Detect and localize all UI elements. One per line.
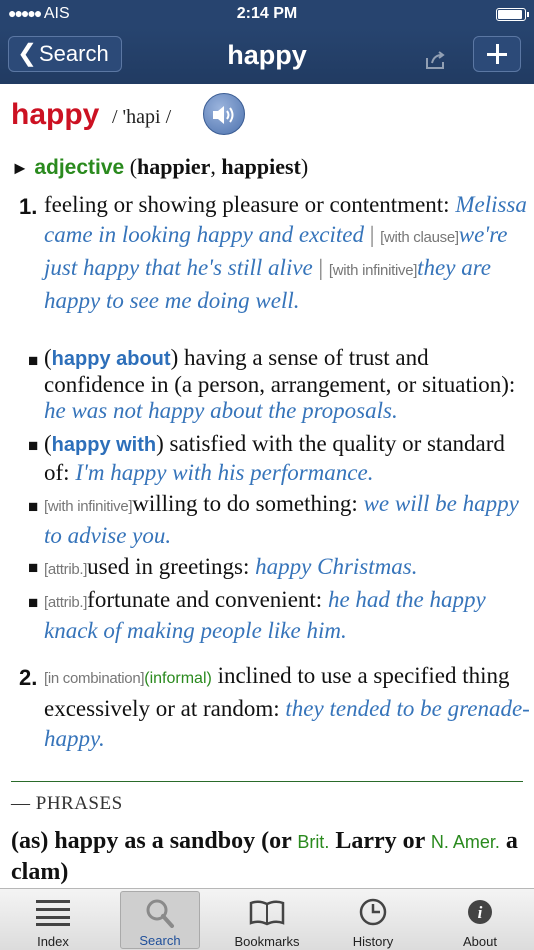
square-bullet-icon: ■ — [28, 436, 39, 455]
forms-comma: , — [210, 154, 222, 179]
paren: ) — [156, 431, 164, 456]
svg-text:i: i — [478, 903, 483, 922]
paren: ( — [44, 431, 52, 456]
square-bullet-icon: ■ — [28, 351, 39, 370]
back-button-label: Search — [39, 41, 109, 66]
part-of-speech-line: ► adjective (happier, happiest) — [11, 154, 308, 181]
region-label: N. Amer. — [430, 832, 500, 852]
status-bar: ●●●●● AIS 2:14 PM — [0, 0, 534, 28]
grammar-tag: [attrib.] — [44, 594, 88, 611]
square-bullet-icon: ■ — [28, 593, 39, 612]
definition: willing to do something: — [132, 491, 364, 516]
sense-number: 2. — [19, 665, 38, 690]
book-icon — [249, 900, 285, 926]
phrase: (as) happy as a sandboy (or Brit. Larry … — [11, 826, 527, 887]
sense-2: [in combination](informal) inclined to u… — [44, 661, 532, 754]
example: he was not happy about the proposals. — [44, 398, 398, 423]
pronunciation: / 'hapi / — [112, 106, 172, 128]
grammar-tag: [attrib.] — [44, 561, 88, 578]
register-label: (informal) — [144, 670, 212, 687]
sense-1: feeling or showing pleasure or contentme… — [44, 190, 532, 316]
separator: | — [363, 222, 381, 247]
audio-button[interactable] — [203, 93, 245, 135]
separator: | — [312, 255, 329, 280]
triangle-right-icon: ► — [11, 158, 29, 178]
superlative-form: happiest — [221, 154, 301, 179]
tab-label: Search — [139, 933, 181, 948]
phrases-heading: — PHRASES — [11, 793, 123, 814]
entry-content[interactable]: happy / 'hapi / ► adjective (happier, ha… — [0, 84, 534, 888]
phrase-text: Larry or — [329, 828, 431, 854]
subsense: (happy about) having a sense of trust an… — [44, 345, 532, 424]
tab-index[interactable]: Index — [13, 891, 93, 949]
keyword-phrase[interactable]: happy with — [52, 434, 156, 456]
square-bullet-icon: ■ — [28, 497, 39, 516]
add-button[interactable] — [473, 36, 521, 72]
definition: fortunate and convenient: — [87, 587, 328, 612]
tab-search[interactable]: Search — [120, 891, 200, 949]
subsense: (happy with) satisfied with the quality … — [44, 430, 532, 487]
back-button[interactable]: ❮ Search — [8, 36, 122, 72]
share-icon[interactable] — [425, 50, 447, 70]
clock-icon — [359, 898, 387, 926]
page-title: happy — [227, 40, 307, 70]
tab-bookmarks[interactable]: Bookmarks — [227, 891, 307, 949]
paren: ( — [44, 345, 52, 370]
tab-label: Index — [37, 934, 69, 949]
info-icon: i — [468, 900, 492, 924]
sense-number: 1. — [19, 194, 38, 219]
region-label: Brit. — [297, 832, 330, 852]
grammar-tag: [in combination] — [44, 670, 145, 687]
forms-close: ) — [300, 154, 309, 179]
subsense: [attrib.]fortunate and convenient: he ha… — [44, 586, 532, 645]
speaker-icon — [213, 106, 234, 124]
navigation-bar: ❮ Search happy — [0, 28, 534, 84]
magnifier-icon — [146, 899, 174, 928]
keyword-phrase[interactable]: happy about — [52, 348, 171, 370]
forms-open: ( — [129, 154, 138, 179]
divider — [11, 781, 523, 782]
battery-icon — [496, 8, 529, 21]
definition: feeling or showing pleasure or contentme… — [44, 192, 456, 217]
grammar-tag: [with infinitive] — [44, 498, 133, 515]
phrase-text: (as) happy as a sandboy (or — [11, 828, 298, 854]
example: happy Christmas. — [255, 554, 418, 579]
subsense: [attrib.]used in greetings: happy Christ… — [44, 552, 532, 585]
comparative-form: happier — [137, 154, 211, 179]
subsense: [with infinitive]willing to do something… — [44, 489, 532, 550]
tab-label: About — [463, 934, 497, 949]
tab-label: Bookmarks — [234, 934, 300, 949]
list-icon — [36, 900, 70, 926]
example: I'm happy with his performance. — [75, 460, 374, 485]
grammar-tag: [with infinitive] — [328, 262, 418, 279]
grammar-tag: [with clause] — [380, 229, 459, 246]
status-time: 2:14 PM — [236, 5, 298, 22]
tab-bar: Index Search Bookmarks History i About — [0, 888, 534, 950]
tab-history[interactable]: History — [333, 891, 413, 949]
headword: happy — [11, 98, 100, 131]
tab-about[interactable]: i About — [440, 891, 520, 949]
square-bullet-icon: ■ — [28, 558, 39, 577]
chevron-left-icon: ❮ — [17, 40, 38, 67]
part-of-speech: adjective — [34, 156, 125, 179]
tab-label: History — [352, 934, 394, 949]
definition: used in greetings: — [87, 554, 256, 579]
